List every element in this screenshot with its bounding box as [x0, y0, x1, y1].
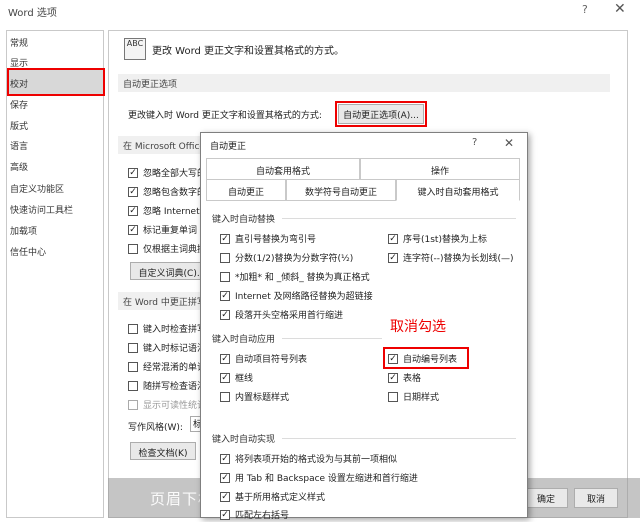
group-automatic-as-you-type: 键入时自动实现: [212, 435, 276, 445]
checkbox-icon[interactable]: [128, 362, 138, 372]
checkbox-icon[interactable]: [220, 492, 230, 502]
checkbox-icon[interactable]: [220, 291, 230, 301]
checkbox-first-line-indent[interactable]: 段落开头空格采用首行缩进: [220, 308, 343, 322]
checkbox-grammar-with-spelling[interactable]: 随拼写检查语法: [128, 379, 206, 393]
checkbox-icon[interactable]: [388, 392, 398, 402]
checkbox-dashes[interactable]: 连字符(--)替换为长划线(—): [388, 251, 514, 265]
window-title: Word 选项: [8, 8, 57, 19]
checkbox-confused-words[interactable]: 经常混淆的单词: [128, 360, 206, 374]
section-autocorrect-options: 自动更正选项: [118, 74, 610, 92]
nav-item-display[interactable]: 显示: [10, 56, 28, 69]
nav-item-proofing[interactable]: 校对: [10, 77, 28, 90]
abc-check-icon: ABC: [124, 38, 146, 60]
writing-style-label: 写作风格(W):: [128, 423, 183, 433]
section-word-spelling: 在 Word 中更正拼写和语法时: [118, 292, 208, 310]
checkbox-icon[interactable]: [220, 392, 230, 402]
tab-autoformat-as-you-type[interactable]: 键入时自动套用格式: [396, 179, 520, 201]
checkbox-icon[interactable]: [220, 310, 230, 320]
help-icon[interactable]: ?: [582, 3, 588, 16]
checkbox-tables[interactable]: 表格: [388, 371, 421, 385]
checkbox-bold-italic[interactable]: *加粗* 和 _倾斜_ 替换为真正格式: [220, 270, 370, 284]
close-icon[interactable]: ✕: [614, 1, 626, 17]
close-icon[interactable]: ✕: [504, 136, 514, 150]
tab-math-autocorrect[interactable]: 数学符号自动更正: [286, 179, 396, 201]
checkbox-check-spelling[interactable]: 键入时检查拼写: [128, 322, 206, 336]
nav-item-quick-access[interactable]: 快速访问工具栏: [10, 203, 73, 216]
checkbox-icon[interactable]: [388, 373, 398, 383]
checkbox-icon[interactable]: [128, 225, 138, 235]
nav-item-general[interactable]: 常规: [10, 36, 28, 49]
checkbox-icon[interactable]: [220, 272, 230, 282]
checkbox-borders[interactable]: 框线: [220, 371, 253, 385]
checkbox-icon[interactable]: [128, 168, 138, 178]
checkbox-smart-quotes[interactable]: 直引号替换为弯引号: [220, 232, 316, 246]
section-office-spelling: 在 Microsoft Office 程序中更正拼写时: [118, 136, 208, 154]
dialog-title: 自动更正: [210, 142, 247, 152]
tab-autocorrect[interactable]: 自动更正: [206, 179, 286, 201]
help-icon[interactable]: ?: [472, 137, 477, 148]
checkbox-icon[interactable]: [220, 234, 230, 244]
tab-autoformat[interactable]: 自动套用格式: [206, 158, 360, 180]
checkbox-icon[interactable]: [388, 253, 398, 263]
group-apply-as-you-type: 键入时自动应用: [212, 335, 276, 345]
nav-item-customize-ribbon[interactable]: 自定义功能区: [10, 182, 64, 195]
cancel-button[interactable]: 取消: [574, 488, 618, 508]
checkbox-icon[interactable]: [220, 473, 230, 483]
uncheck-annotation: 取消勾选: [390, 319, 446, 335]
group-divider: [282, 438, 516, 439]
checkbox-icon[interactable]: [128, 206, 138, 216]
checkbox-tab-backspace[interactable]: 用 Tab 和 Backspace 设置左缩进和首行缩进: [220, 471, 418, 485]
autocorrect-label: 更改键入时 Word 更正文字和设置其格式的方式:: [128, 111, 322, 121]
checkbox-icon[interactable]: [220, 373, 230, 383]
checkbox-icon[interactable]: [388, 234, 398, 244]
checkbox-icon[interactable]: [220, 454, 230, 464]
nav-item-advanced[interactable]: 高级: [10, 160, 28, 173]
checkbox-icon[interactable]: [128, 400, 138, 410]
checkbox-auto-bullets[interactable]: 自动项目符号列表: [220, 352, 307, 366]
checkbox-date-styles[interactable]: 日期样式: [388, 390, 439, 404]
nav-item-addins[interactable]: 加载项: [10, 224, 37, 237]
nav-item-layout[interactable]: 版式: [10, 119, 28, 132]
tab-actions[interactable]: 操作: [360, 158, 520, 180]
checkbox-heading-styles[interactable]: 内置标题样式: [220, 390, 289, 404]
recheck-document-button[interactable]: 检查文档(K): [130, 442, 196, 460]
checkbox-icon[interactable]: [128, 381, 138, 391]
nav-item-save[interactable]: 保存: [10, 98, 28, 111]
checkbox-icon[interactable]: [220, 253, 230, 263]
nav-item-trust-center[interactable]: 信任中心: [10, 245, 46, 258]
nav-item-language[interactable]: 语言: [10, 139, 28, 152]
checkbox-icon[interactable]: [220, 510, 230, 520]
checkbox-icon[interactable]: [128, 244, 138, 254]
checkbox-ordinals[interactable]: 序号(1st)替换为上标: [388, 232, 487, 246]
group-divider: [282, 338, 382, 339]
checkbox-list-format[interactable]: 将列表项开始的格式设为与其前一项相似: [220, 452, 397, 466]
checkbox-icon[interactable]: [128, 187, 138, 197]
checkbox-icon[interactable]: [128, 324, 138, 334]
highlight-outline: [383, 347, 469, 369]
ok-button[interactable]: 确定: [524, 488, 568, 508]
checkbox-flag-repeated[interactable]: 标记重复单词: [128, 223, 197, 237]
highlight-outline: [335, 101, 427, 127]
checkbox-icon[interactable]: [128, 343, 138, 353]
group-divider: [282, 218, 516, 219]
checkbox-fractions[interactable]: 分数(1/2)替换为分数字符(½): [220, 251, 353, 265]
checkbox-icon[interactable]: [220, 354, 230, 364]
checkbox-define-styles[interactable]: 基于所用格式定义样式: [220, 490, 325, 504]
checkbox-hyperlinks[interactable]: Internet 及网络路径替换为超链接: [220, 289, 373, 303]
checkbox-match-parentheses[interactable]: 匹配左右括号: [220, 508, 289, 522]
group-replace-as-you-type: 键入时自动替换: [212, 215, 276, 225]
panel-header: 更改 Word 更正文字和设置其格式的方式。: [152, 46, 345, 57]
